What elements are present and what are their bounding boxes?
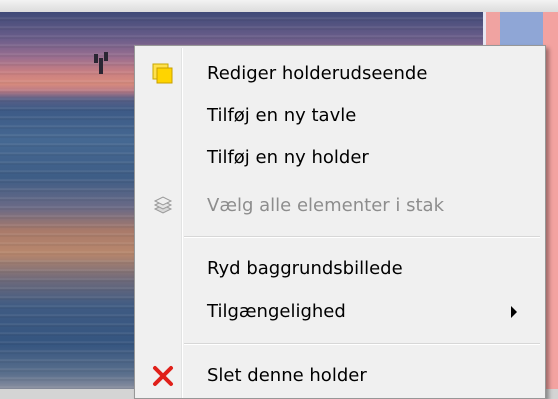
context-menu: Rediger holderudseende Tilføj en ny tavl… [134,45,546,399]
menu-item-label: Tilføj en ny holder [207,147,369,168]
menu-item-select-all-in-stack: Vælg alle elementer i stak [138,186,542,226]
menu-item-label: Vælg alle elementer i stak [207,195,444,216]
menu-item-clear-background-image[interactable]: Ryd baggrundsbillede [138,249,542,289]
menu-item-delete-holder[interactable]: Slet denne holder [138,356,542,396]
silhouette-figure [94,52,108,74]
menu-item-label: Rediger holderudseende [207,63,428,84]
delete-icon [153,366,173,386]
menu-item-label: Slet denne holder [207,365,367,386]
menu-separator [184,343,540,345]
top-toolbar-strip [0,0,558,12]
menu-item-add-new-holder[interactable]: Tilføj en ny holder [138,138,542,178]
menu-item-accessibility[interactable]: Tilgængelighed [138,292,542,332]
desktop-stage: Rediger holderudseende Tilføj en ny tavl… [0,0,558,399]
menu-item-edit-holder-appearance[interactable]: Rediger holderudseende [138,54,542,94]
menu-item-label: Ryd baggrundsbillede [207,258,403,279]
note-icon [152,63,173,84]
menu-item-add-new-board[interactable]: Tilføj en ny tavle [138,96,542,136]
stack-icon [153,196,173,214]
menu-item-label: Tilgængelighed [207,301,346,322]
submenu-arrow-icon [511,306,517,318]
menu-item-label: Tilføj en ny tavle [207,105,357,126]
menu-separator [184,236,540,238]
